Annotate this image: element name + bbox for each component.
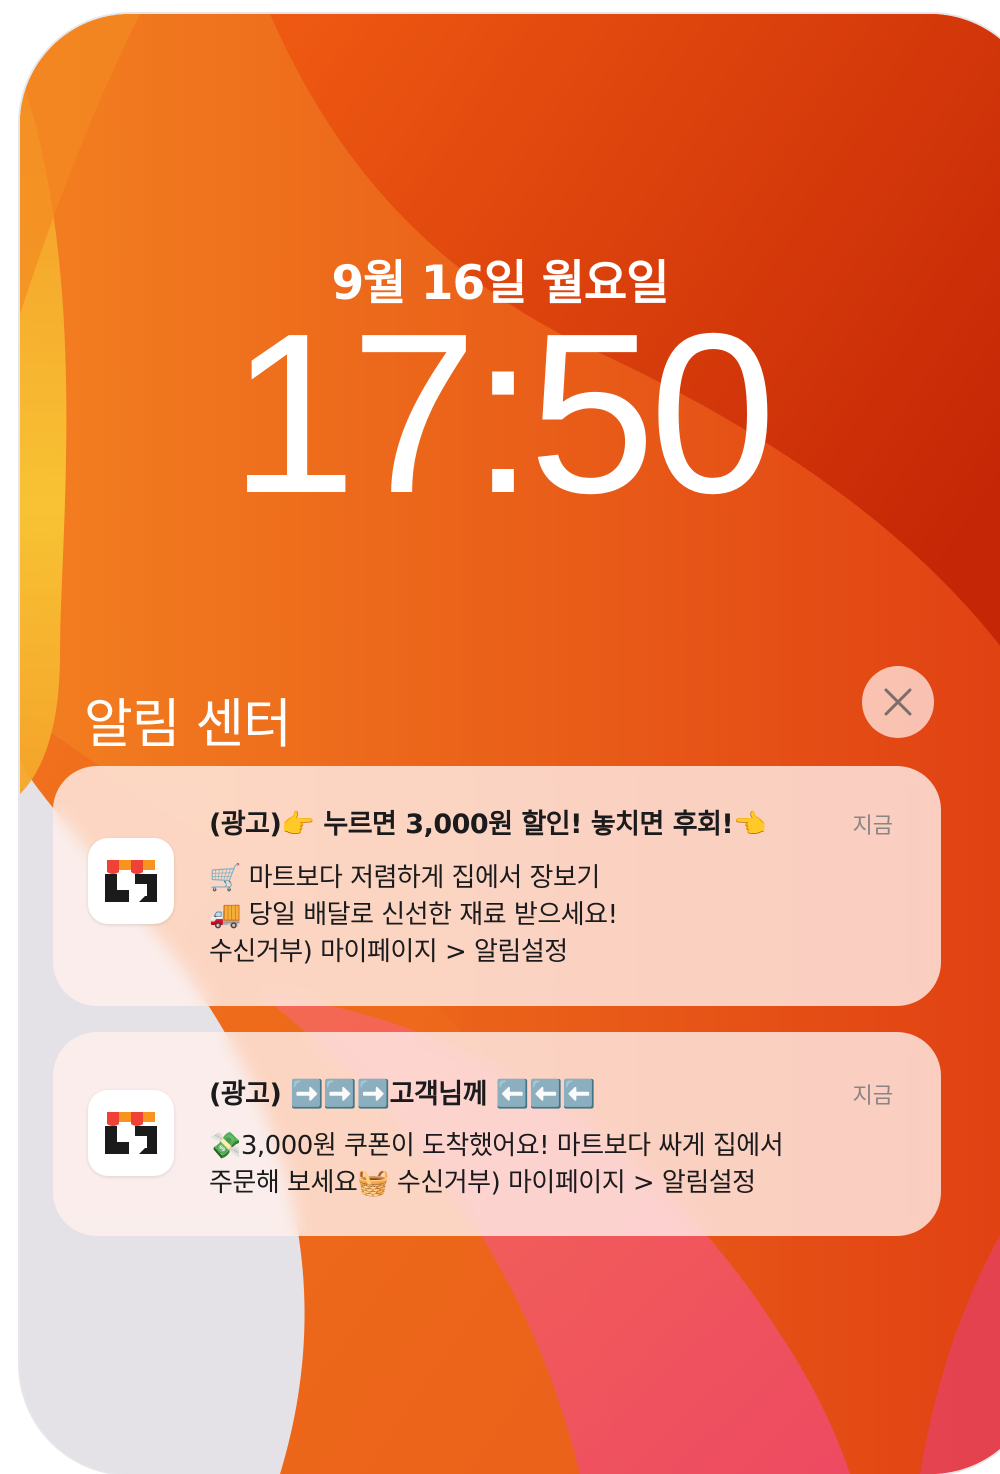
notification-time: 지금 [852,1084,893,1109]
notification-time: 지금 [852,814,893,839]
notification-body-line: 🚚 당일 배달로 신선한 재료 받으세요! [209,900,618,930]
notification-body-line: 💸3,000원 쿠폰이 도착했어요! 마트보다 싸게 집에서 [209,1131,784,1161]
notification-center-title: 알림 센터 [84,694,292,755]
mart-app-icon [88,838,174,924]
notification-card[interactable]: (광고)👉 누르면 3,000원 할인! 놓치면 후회!👈 지금 🛒 마트보다 … [53,766,941,1006]
notification-body-line: 주문해 보세요🧺 수신거부) 마이페이지 > 알림설정 [209,1168,756,1198]
notification-body-line: 🛒 마트보다 저렴하게 집에서 장보기 [209,863,600,893]
notification-body: 🛒 마트보다 저렴하게 집에서 장보기 🚚 당일 배달로 신선한 재료 받으세요… [209,860,889,971]
notification-body-line: 수신거부) 마이페이지 > 알림설정 [209,937,568,967]
mart-app-icon [88,1090,174,1176]
close-icon [884,688,912,716]
lock-time: 17:50 [229,287,777,541]
notification-title: (광고)👉 누르면 3,000원 할인! 놓치면 후회!👈 [209,809,767,840]
notification-title: (광고) ➡️➡️➡️고객님께 ⬅️⬅️⬅️ [209,1079,596,1110]
clear-notifications-button[interactable] [862,666,934,738]
notification-body: 💸3,000원 쿠폰이 도착했어요! 마트보다 싸게 집에서 주문해 보세요🧺 … [209,1128,889,1202]
notification-card[interactable]: (광고) ➡️➡️➡️고객님께 ⬅️⬅️⬅️ 지금 💸3,000원 쿠폰이 도착… [53,1032,941,1236]
